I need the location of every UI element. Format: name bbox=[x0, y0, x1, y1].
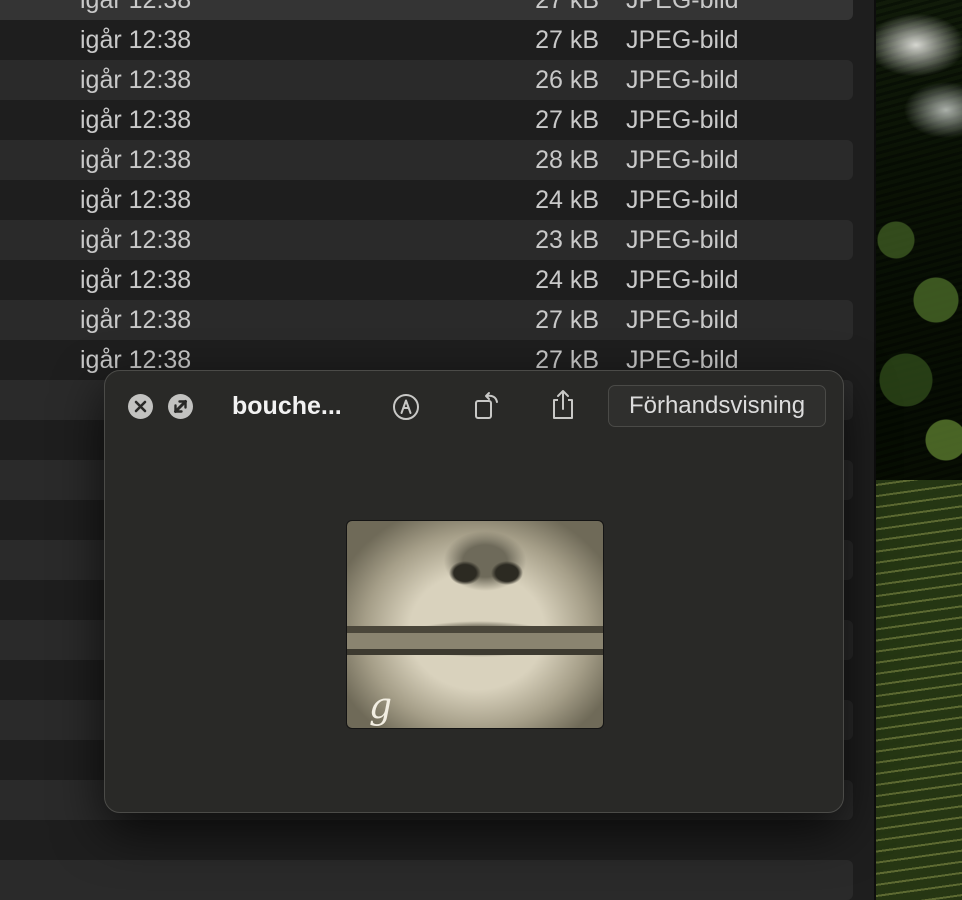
rotate-button[interactable] bbox=[469, 388, 505, 424]
file-size: 27 kB bbox=[535, 26, 599, 54]
markup-button[interactable] bbox=[389, 390, 423, 424]
fullscreen-icon bbox=[174, 400, 187, 413]
list-item[interactable]: igår 12:38 26 kB JPEG-bild bbox=[0, 60, 853, 100]
image-preview: g bbox=[346, 520, 604, 729]
close-button[interactable] bbox=[128, 394, 153, 419]
close-icon bbox=[134, 400, 147, 413]
thumbnail-mark: g bbox=[369, 686, 393, 727]
list-item[interactable]: igår 12:38 27 kB JPEG-bild bbox=[0, 0, 853, 20]
file-size: 26 kB bbox=[535, 66, 599, 94]
date-modified: igår 12:38 bbox=[80, 146, 192, 174]
date-modified: igår 12:38 bbox=[80, 26, 192, 54]
share-icon bbox=[553, 390, 573, 419]
list-item[interactable]: igår 12:38 27 kB JPEG-bild bbox=[0, 20, 853, 60]
file-title: bouche... bbox=[232, 392, 342, 420]
file-size: 24 kB bbox=[535, 186, 599, 214]
file-size: 23 kB bbox=[535, 226, 599, 254]
list-item[interactable]: igår 12:38 24 kB JPEG-bild bbox=[0, 260, 853, 300]
date-modified: igår 12:38 bbox=[80, 306, 192, 334]
quicklook-panel: bouche... Förhandsvisning g bbox=[104, 370, 844, 813]
file-kind: JPEG-bild bbox=[626, 66, 739, 94]
file-kind: JPEG-bild bbox=[626, 266, 739, 294]
file-size: 27 kB bbox=[535, 106, 599, 134]
file-kind: JPEG-bild bbox=[626, 106, 739, 134]
fullscreen-button[interactable] bbox=[168, 394, 193, 419]
desktop-wallpaper bbox=[874, 0, 962, 900]
date-modified: igår 12:38 bbox=[80, 266, 192, 294]
file-kind: JPEG-bild bbox=[626, 146, 739, 174]
file-kind: JPEG-bild bbox=[626, 186, 739, 214]
file-kind: JPEG-bild bbox=[626, 0, 739, 14]
list-item[interactable]: igår 12:38 24 kB JPEG-bild bbox=[0, 180, 853, 220]
list-item[interactable]: igår 12:38 23 kB JPEG-bild bbox=[0, 220, 853, 260]
list-item[interactable]: igår 12:38 27 kB JPEG-bild bbox=[0, 100, 853, 140]
date-modified: igår 12:38 bbox=[80, 186, 192, 214]
date-modified: igår 12:38 bbox=[80, 226, 192, 254]
file-size: 27 kB bbox=[535, 306, 599, 334]
open-with-preview-button[interactable]: Förhandsvisning bbox=[608, 385, 826, 427]
date-modified: igår 12:38 bbox=[80, 106, 192, 134]
file-size: 28 kB bbox=[535, 146, 599, 174]
share-button[interactable] bbox=[546, 387, 580, 423]
list-item[interactable]: igår 12:38 27 kB JPEG-bild bbox=[0, 300, 853, 340]
file-size: 27 kB bbox=[535, 0, 599, 14]
rotate-icon bbox=[475, 392, 498, 419]
file-kind: JPEG-bild bbox=[626, 306, 739, 334]
file-kind: JPEG-bild bbox=[626, 26, 739, 54]
wallpaper-vineyard bbox=[876, 480, 962, 900]
list-item[interactable]: igår 12:38 28 kB JPEG-bild bbox=[0, 140, 853, 180]
file-kind: JPEG-bild bbox=[626, 226, 739, 254]
date-modified: igår 12:38 bbox=[80, 0, 192, 14]
file-size: 24 kB bbox=[535, 266, 599, 294]
wallpaper-trees bbox=[876, 180, 962, 480]
empty-row bbox=[0, 860, 853, 900]
markup-icon bbox=[393, 394, 419, 420]
date-modified: igår 12:38 bbox=[80, 66, 192, 94]
